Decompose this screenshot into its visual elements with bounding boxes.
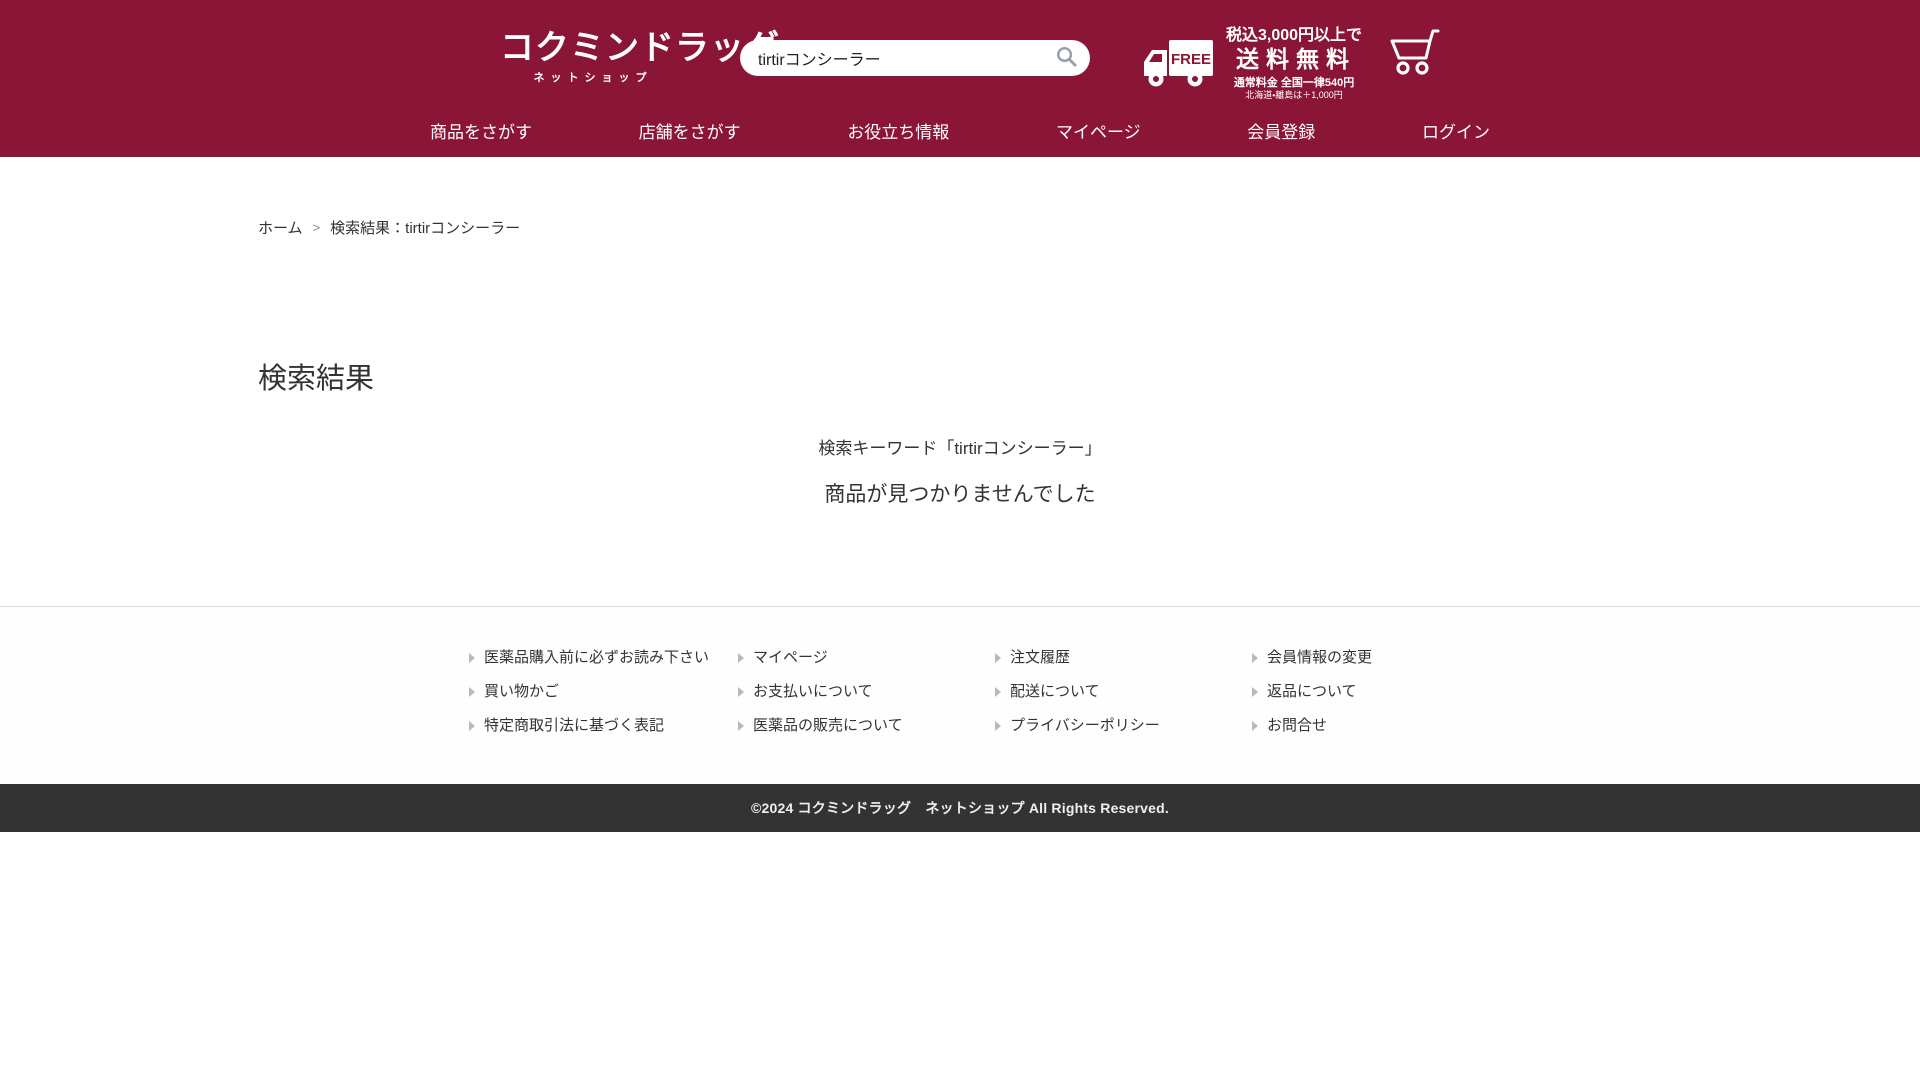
nav-item-tips[interactable]: お役立ち情報 (847, 118, 949, 143)
shipping-free-label: 送料無料 (1230, 45, 1362, 74)
nav-item-products[interactable]: 商品をさがす (430, 118, 532, 143)
breadcrumb-separator: > (313, 220, 321, 235)
logo-subtitle: ネットショップ (500, 69, 680, 85)
footer-link-returns[interactable]: 返品について (1252, 681, 1480, 703)
cart-button[interactable] (1388, 28, 1440, 79)
footer-column-1: 医薬品購入前に必ずお読み下さい 買い物かご 特定商取引法に基づく表記 (440, 647, 709, 737)
triangle-icon (1252, 687, 1258, 697)
triangle-icon (469, 687, 475, 697)
search-input[interactable] (758, 49, 1055, 67)
search-box (740, 40, 1090, 76)
footer-link-drug-sales[interactable]: 医薬品の販売について (738, 715, 966, 737)
header-top: コクミンドラッグ ネットショップ (0, 0, 1920, 104)
triangle-icon (1252, 653, 1258, 663)
triangle-icon (995, 653, 1001, 663)
triangle-icon (738, 653, 744, 663)
copyright-bar: ©2024 コクミンドラッグ ネットショップ All Rights Reserv… (0, 784, 1920, 832)
triangle-icon (469, 653, 475, 663)
free-badge: FREE (1171, 51, 1211, 68)
footer-link-privacy[interactable]: プライバシーポリシー (995, 715, 1223, 737)
breadcrumb-current: 検索結果：tirtirコンシーラー (330, 217, 520, 238)
footer: 医薬品購入前に必ずお読み下さい 買い物かご 特定商取引法に基づく表記 マイページ… (0, 606, 1920, 784)
triangle-icon (995, 687, 1001, 697)
delivery-truck-icon: FREE (1142, 38, 1216, 93)
footer-link-legal[interactable]: 特定商取引法に基づく表記 (469, 715, 709, 737)
nav-item-register[interactable]: 会員登録 (1247, 118, 1315, 143)
site-logo[interactable]: コクミンドラッグ ネットショップ (500, 30, 680, 85)
triangle-icon (1252, 721, 1258, 731)
shipping-remote-note: 北海道・離島は＋1,000円 (1226, 90, 1362, 102)
footer-column-3: 注文履歴 配送について プライバシーポリシー (966, 647, 1223, 737)
nav-item-mypage[interactable]: マイページ (1056, 118, 1141, 143)
footer-link-delivery[interactable]: 配送について (995, 681, 1223, 703)
shipping-text: 税込3,000円以上で 送料無料 通常料金 全国一律540円 北海道・離島は＋1… (1226, 26, 1362, 102)
footer-link-mypage[interactable]: マイページ (738, 647, 966, 669)
footer-link-member-info[interactable]: 会員情報の変更 (1252, 647, 1480, 669)
footer-link-cart[interactable]: 買い物かご (469, 681, 709, 703)
logo-title: コクミンドラッグ (500, 30, 680, 67)
breadcrumb-home[interactable]: ホーム (258, 217, 303, 238)
footer-link-contact[interactable]: お問合せ (1252, 715, 1480, 737)
triangle-icon (995, 721, 1001, 731)
triangle-icon (469, 721, 475, 731)
footer-link-drug-notice[interactable]: 医薬品購入前に必ずお読み下さい (469, 647, 709, 669)
no-results-message: 商品が見つかりませんでした (0, 480, 1920, 510)
cart-icon (1388, 64, 1440, 79)
search-button[interactable] (1055, 45, 1078, 71)
search-keyword-line: 検索キーワード「tirtirコンシーラー」 (0, 436, 1920, 462)
nav-item-stores[interactable]: 店舗をさがす (639, 118, 741, 143)
nav-item-login[interactable]: ログイン (1422, 118, 1490, 143)
page: コクミンドラッグ ネットショップ (0, 0, 1920, 1080)
triangle-icon (738, 721, 744, 731)
breadcrumb: ホーム > 検索結果：tirtirコンシーラー (258, 217, 1920, 238)
footer-column-4: 会員情報の変更 返品について お問合せ (1223, 647, 1480, 737)
magnifier-icon (1055, 45, 1078, 71)
site-header: コクミンドラッグ ネットショップ (0, 0, 1920, 157)
main-nav: 商品をさがす 店舗をさがす お役立ち情報 マイページ 会員登録 ログイン (0, 104, 1920, 157)
free-shipping-banner: FREE 税込3,000円以上で 送料無料 通常料金 全国一律540円 北海道・… (1142, 26, 1362, 102)
shipping-normal-fee: 通常料金 全国一律540円 (1226, 76, 1362, 90)
copyright-text: ©2024 コクミンドラッグ ネットショップ All Rights Reserv… (751, 798, 1169, 818)
shipping-threshold: 税込3,000円以上で (1226, 26, 1362, 45)
triangle-icon (738, 687, 744, 697)
page-title: 検索結果 (258, 358, 1920, 400)
footer-column-2: マイページ お支払いについて 医薬品の販売について (709, 647, 966, 737)
footer-link-payment[interactable]: お支払いについて (738, 681, 966, 703)
main-content: 検索結果 検索キーワード「tirtirコンシーラー」 商品が見つかりませんでした (0, 358, 1920, 510)
footer-link-order-history[interactable]: 注文履歴 (995, 647, 1223, 669)
